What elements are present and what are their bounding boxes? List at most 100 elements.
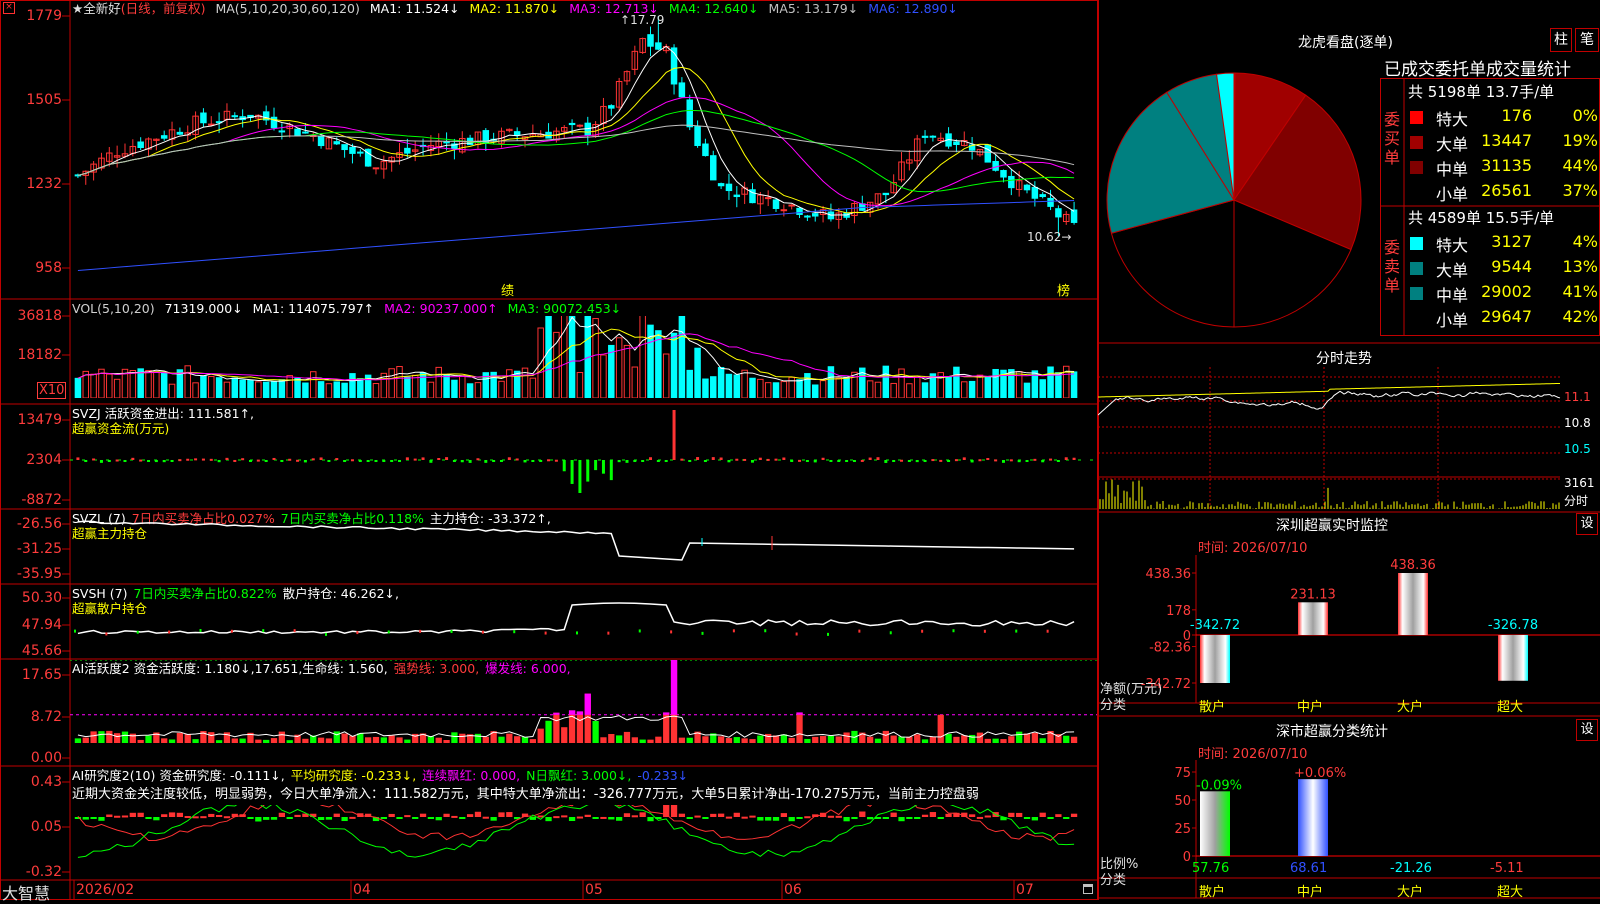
flow-bar: [562, 460, 566, 472]
research-bar: [710, 813, 717, 817]
volume-bar: [678, 316, 686, 398]
vol-header: VOL(5,10,20) 71319.000↓ MA1: 114075.797↑…: [72, 301, 1092, 317]
classify-top-label: -0.09%: [1196, 778, 1242, 793]
volume-bar: [113, 378, 121, 398]
volume-bar: [592, 318, 599, 398]
capital-flow-chart[interactable]: [70, 405, 1097, 508]
candlestick-chart[interactable]: [70, 16, 1097, 298]
lock-icon[interactable]: [1083, 884, 1093, 894]
research-bar: [176, 812, 184, 817]
activity-bar: [239, 738, 246, 743]
monitor-bar-chart[interactable]: 438.361780-82.36-342.72净额(万元)分类-342.72散户…: [1098, 555, 1600, 715]
research-bar: [419, 813, 427, 817]
event-marker-earnings[interactable]: 绩: [501, 280, 514, 299]
buy-row: 小单 26561 37%: [1408, 180, 1598, 205]
activity-bar: [82, 737, 89, 743]
retail-dot: [481, 630, 484, 634]
research-bar: [1031, 817, 1038, 821]
flow-bar: [774, 458, 778, 461]
volume-bar: [294, 377, 301, 398]
flow-bar: [845, 460, 849, 462]
activity-bar: [90, 731, 97, 743]
research-bar: [82, 817, 89, 820]
event-marker-rank[interactable]: 榜: [1057, 280, 1070, 299]
research-bar: [200, 816, 207, 819]
intraday-chart[interactable]: [1098, 367, 1600, 511]
research-bar: [827, 815, 835, 818]
buy-percent: 37%: [1562, 181, 1598, 200]
research-bar: [553, 816, 560, 819]
flow-bar: [311, 458, 315, 461]
sell-name: 特大: [1436, 236, 1469, 255]
candle-body: [333, 141, 341, 145]
flow-bar: [288, 458, 292, 461]
activity-burst-segment: [670, 660, 678, 715]
research-bar: [106, 814, 113, 817]
research-bar: [765, 817, 772, 821]
activity-bar: [380, 737, 387, 743]
volume-bar: [427, 381, 435, 398]
research-bar: [639, 812, 646, 817]
volume-bar: [443, 374, 450, 398]
flow-bar: [900, 459, 904, 462]
classify-bar-chart[interactable]: 75 50 25 0 比例%分类 -0.09% 57.76 散户 +0.06% 68.61 中户 -2…: [1098, 760, 1600, 898]
activity-chart[interactable]: [70, 660, 1097, 765]
flow-bar: [186, 458, 190, 461]
flow-bar: [672, 410, 676, 460]
research-bar: [223, 816, 231, 819]
research-chart[interactable]: [70, 805, 1097, 879]
sell-name: 大单: [1436, 261, 1469, 280]
activity-bar: [686, 737, 693, 743]
retail-dot: [607, 631, 610, 635]
main-position-chart[interactable]: [70, 510, 1097, 583]
activity-bar: [553, 712, 560, 743]
research-bar: [466, 814, 474, 817]
retail-dot: [513, 630, 516, 634]
activity-bar: [435, 737, 442, 743]
flow-bar: [107, 460, 111, 462]
volume-bar: [686, 369, 693, 398]
flow-bar: [680, 458, 684, 461]
side-panel: 龙虎看盘(逐单) 柱 笔 已成交委托单成交量统计 委买单 委卖单 共 5198单…: [1098, 0, 1600, 900]
activity-bar: [867, 736, 874, 743]
research-bar: [843, 817, 850, 822]
activity-bar: [443, 739, 450, 743]
volume-bar: [1039, 379, 1046, 398]
sell-name: 小单: [1436, 311, 1469, 330]
low-price-label: 10.62→: [1027, 230, 1072, 244]
flow-bar: [225, 457, 229, 460]
sell-value: 29002: [1481, 282, 1532, 301]
volume-bar: [843, 376, 850, 398]
activity-bar: [1063, 735, 1070, 743]
research-bar: [396, 817, 403, 819]
activity-bar: [882, 730, 889, 743]
candle-body: [717, 183, 725, 187]
activity-bar: [600, 737, 607, 743]
monitor-settings-button[interactable]: 设: [1576, 513, 1598, 535]
research-bar: [1039, 812, 1046, 817]
activity-bar: [827, 735, 835, 743]
retail-position-chart[interactable]: [70, 585, 1097, 658]
classify-settings-button[interactable]: 设: [1576, 719, 1598, 741]
activity-bar: [545, 720, 552, 743]
volume-chart[interactable]: [70, 316, 1097, 398]
flow-bar: [656, 460, 660, 462]
bar-mode-button[interactable]: 柱: [1550, 28, 1572, 52]
activity-bar: [1016, 731, 1023, 743]
volume-bar: [913, 376, 921, 398]
sell-value: 29647: [1481, 307, 1532, 326]
flow-bar: [319, 457, 323, 460]
pen-mode-button[interactable]: 笔: [1575, 28, 1599, 52]
order-pie-chart[interactable]: [1106, 62, 1376, 337]
flow-bar: [1049, 458, 1053, 461]
research-bar: [1016, 812, 1023, 817]
flow-bar: [170, 460, 174, 462]
volume-bar: [764, 382, 772, 398]
candle-body: [1031, 186, 1039, 199]
vol-ma3: MA3: 90072.453↓: [507, 301, 622, 316]
volume-bar: [498, 380, 505, 398]
flow-bar: [92, 458, 96, 461]
flow-bar: [586, 460, 590, 482]
main-chart-area[interactable]: × ★全新好(日线，前复权) MA(5,10,20,30,60,120) MA1…: [0, 0, 1098, 903]
research-bar: [129, 812, 136, 817]
